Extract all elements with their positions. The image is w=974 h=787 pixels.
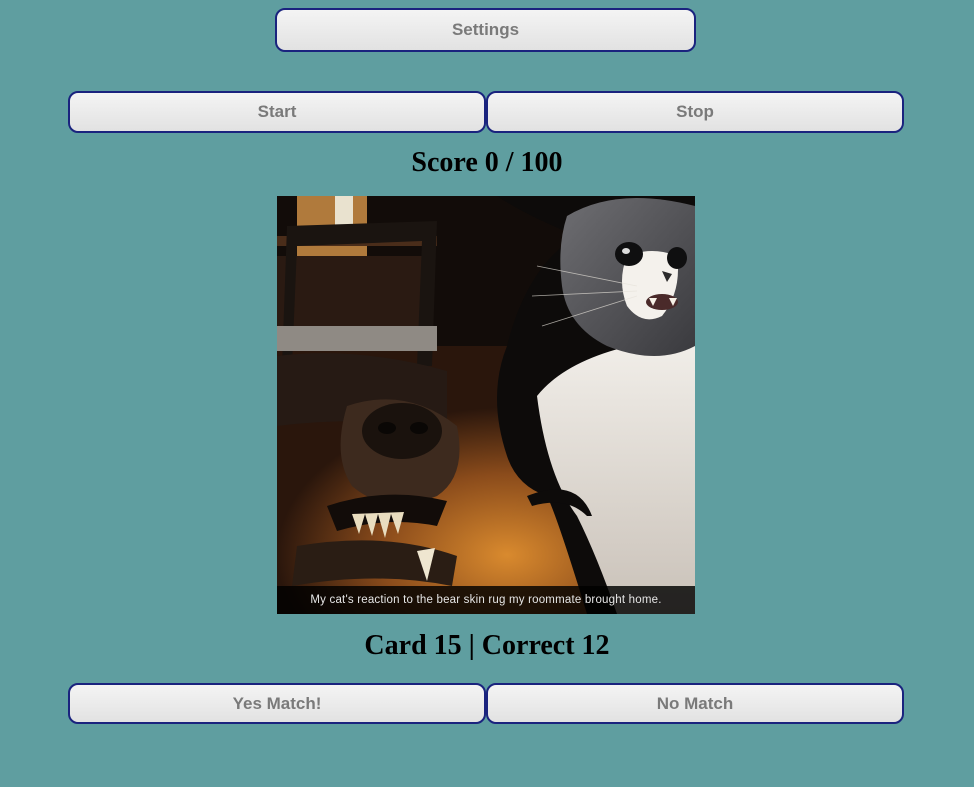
score-display: Score 0 / 100 <box>411 147 563 178</box>
start-button[interactable]: Start <box>68 91 486 133</box>
stop-button[interactable]: Stop <box>486 91 904 133</box>
cat-and-bear-rug-photo <box>277 196 695 614</box>
image-caption: My cat's reaction to the bear skin rug m… <box>310 594 662 606</box>
caption-bar: My cat's reaction to the bear skin rug m… <box>277 586 695 614</box>
card-image: My cat's reaction to the bear skin rug m… <box>277 196 695 614</box>
yes-match-button[interactable]: Yes Match! <box>68 683 486 724</box>
settings-button[interactable]: Settings <box>275 8 696 52</box>
card-status: Card 15 | Correct 12 <box>364 630 610 661</box>
no-match-button[interactable]: No Match <box>486 683 904 724</box>
